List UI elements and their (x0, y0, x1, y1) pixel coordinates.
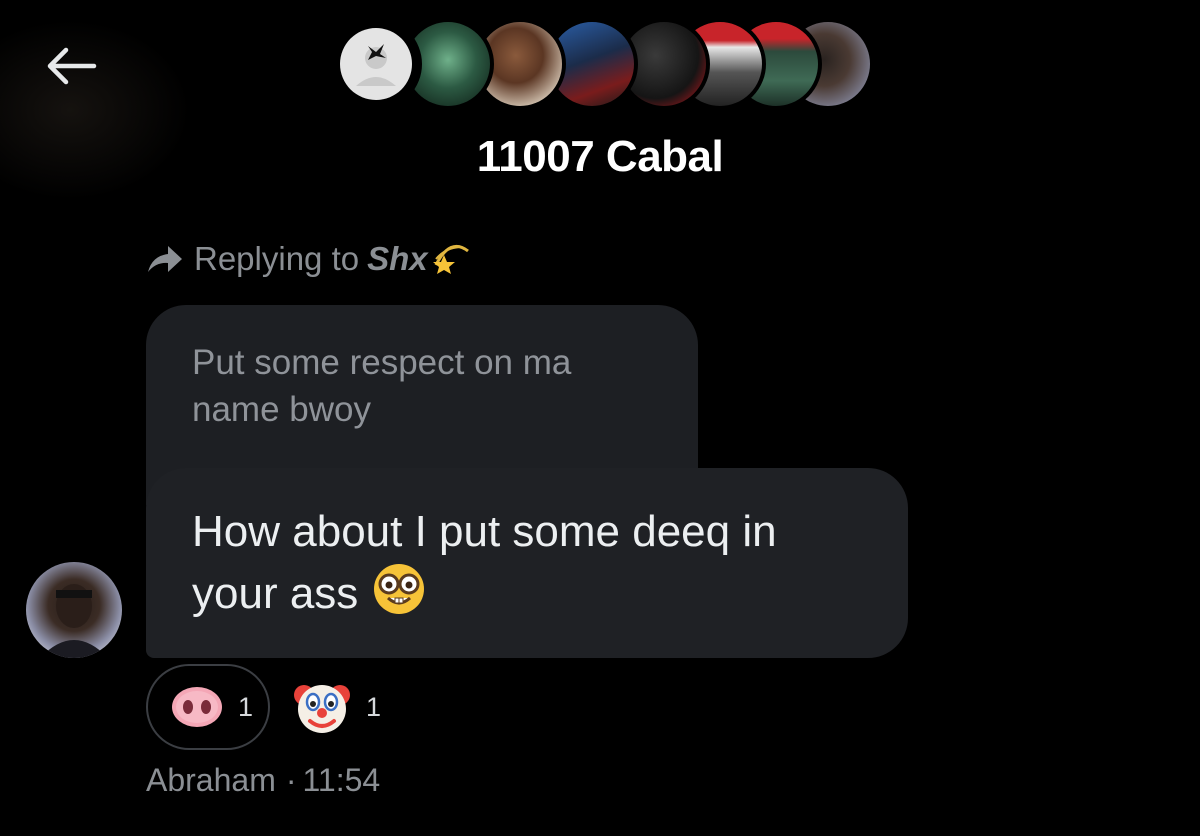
reply-arrow-icon (146, 242, 184, 276)
meta-separator: · (285, 762, 297, 798)
dm-thread-screen: 11007 Cabal Replying to Shx Put some res… (0, 0, 1200, 836)
reaction-count: 1 (238, 691, 254, 722)
back-button[interactable] (38, 38, 102, 94)
pig-nose-icon (172, 687, 222, 727)
message-line: How about I put some deeq in (192, 507, 777, 556)
member-avatar (330, 18, 422, 110)
reply-context: Replying to Shx (146, 240, 472, 278)
sender-avatar[interactable] (26, 562, 122, 658)
reply-prefix: Replying to (194, 240, 360, 277)
reaction-count: 1 (366, 691, 382, 722)
clown-face-icon (294, 685, 350, 733)
sender-name[interactable]: Abraham (146, 762, 276, 798)
quoted-message-line: name bwoy (192, 390, 371, 429)
arrow-left-icon (47, 47, 97, 85)
message-bubble[interactable]: How about I put some deeq in your ass (146, 468, 908, 658)
quoted-message-line: Put some respect on ma (192, 343, 572, 382)
nerd-face-icon (372, 562, 426, 632)
message-meta: Abraham · 11:54 (146, 762, 380, 799)
message-time: 11:54 (302, 762, 381, 798)
group-avatars[interactable] (330, 18, 874, 114)
reaction-clown[interactable]: 1 (292, 676, 381, 738)
message-line-text: your ass (192, 569, 359, 618)
message-line-2: your ass (192, 562, 862, 632)
reply-target-name[interactable]: Shx (367, 240, 428, 278)
reaction-pig-nose[interactable]: 1 (146, 664, 270, 750)
group-title[interactable]: 11007 Cabal (0, 132, 1200, 182)
dizzy-star-icon (432, 241, 472, 277)
